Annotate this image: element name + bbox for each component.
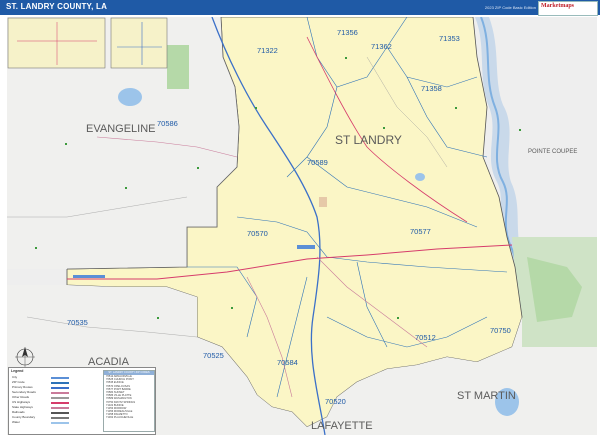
zip-label: 70589 — [307, 158, 328, 167]
title-bar: ST. LANDRY COUNTY, LA 2023 ZIP Code Basi… — [0, 0, 600, 16]
parish-label-evangeline: EVANGELINE — [86, 123, 156, 135]
legend-swatch-zip — [51, 382, 69, 384]
parish-label-lafayette: LAFAYETTE — [311, 420, 373, 432]
legend-row: Secondary Roads — [12, 390, 36, 394]
pond-north — [415, 173, 425, 181]
legend-row: County Boundary — [12, 415, 36, 419]
legend-swatch-county — [51, 417, 69, 419]
zip-label: 70520 — [325, 397, 346, 406]
city-opelousas[interactable] — [297, 245, 315, 249]
zip-label: 71353 — [439, 34, 460, 43]
zip-label: 70535 — [67, 318, 88, 327]
map-frame: ST. LANDRY COUNTY, LA 2023 ZIP Code Basi… — [0, 0, 600, 436]
legend: Legend City ZIP Code Primary Routes Seco… — [8, 367, 156, 435]
brand-logo-text: Marketmaps — [541, 3, 574, 9]
legend-title: Legend — [11, 369, 24, 373]
legend-swatch-us-highway — [51, 402, 69, 404]
legend-row: State Highways — [12, 405, 33, 409]
inset-map-1[interactable] — [7, 17, 106, 69]
zip-label: 70577 — [410, 227, 431, 236]
map-title: ST. LANDRY COUNTY, LA — [6, 2, 108, 11]
legend-swatch-primary — [51, 387, 69, 389]
legend-row: Water — [12, 420, 20, 424]
zip-label: 71322 — [257, 46, 278, 55]
zip-label: 71356 — [337, 28, 358, 37]
zip-label: 70512 — [415, 333, 436, 342]
legend-row: Primary Routes — [12, 385, 33, 389]
zip-label: 70525 — [203, 351, 224, 360]
zip-label: 70750 — [490, 326, 511, 335]
zip-label: 70570 — [247, 229, 268, 238]
inset-map-2[interactable] — [110, 17, 168, 69]
legend-row: Railroads — [12, 410, 25, 414]
legend-swatch-state-highway — [51, 407, 69, 409]
zip-table-row: 71362 PLAUCHEVILLE — [106, 416, 134, 420]
legend-row: City — [12, 375, 18, 379]
legend-row: US Highways — [12, 400, 31, 404]
legend-swatch-city — [51, 377, 69, 379]
parish-label-pointe-coupee: POINTE COUPEE — [528, 149, 577, 155]
parish-label-st-martin: ST MARTIN — [457, 390, 516, 402]
zip-label: 71362 — [371, 42, 392, 51]
zip-code-table: ST. LANDRY COUNTY ZIP CODES 70512 ARNAUD… — [103, 370, 155, 432]
legend-swatch-railroad — [51, 412, 69, 414]
zip-label: 71358 — [421, 84, 442, 93]
legend-swatch-water — [51, 422, 69, 424]
legend-swatch-other — [51, 397, 69, 399]
forest-evangeline — [167, 45, 189, 89]
legend-row: Other Roads — [12, 395, 30, 399]
city-washington[interactable] — [319, 197, 327, 207]
zip-label: 70584 — [277, 358, 298, 367]
legend-swatch-secondary — [51, 392, 69, 394]
legend-row: ZIP Code — [12, 380, 25, 384]
parish-label-st-landry: ST LANDRY — [335, 133, 402, 147]
edition-label: 2023 ZIP Code Basic Edition — [484, 5, 536, 10]
city-eunice[interactable] — [73, 275, 105, 278]
zip-label: 70586 — [157, 119, 178, 128]
brand-logo: Marketmaps — [538, 1, 598, 16]
lake-west — [118, 88, 142, 106]
